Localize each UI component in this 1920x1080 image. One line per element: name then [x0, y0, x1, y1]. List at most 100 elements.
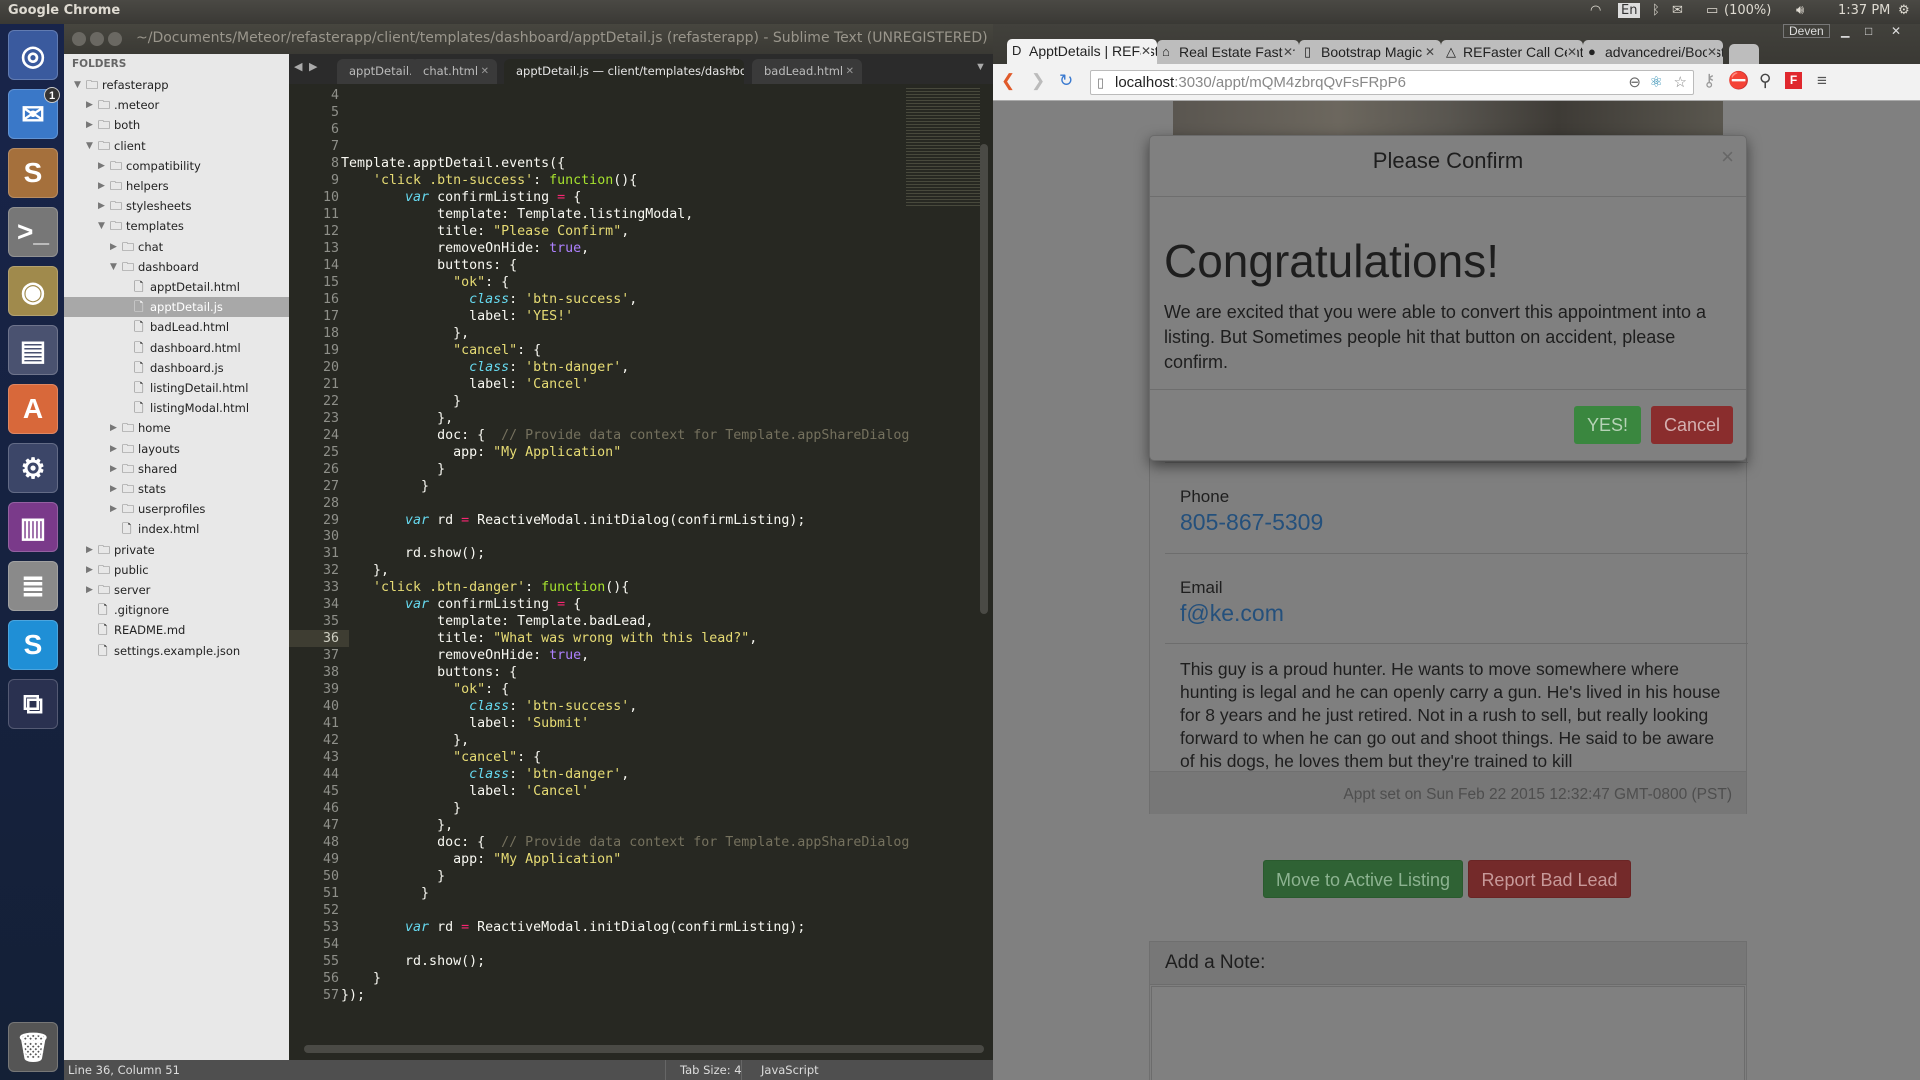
skype-icon[interactable]: S	[8, 620, 58, 670]
move-to-active-listing-button[interactable]: Move to Active Listing	[1263, 860, 1463, 898]
email-link[interactable]: f@ke.com	[1180, 600, 1284, 627]
expanded-arrow-icon[interactable]: ▼	[110, 257, 117, 277]
forward-icon[interactable]: ❯	[1031, 71, 1045, 91]
code-line[interactable]: rd.show();	[341, 545, 485, 562]
code-line[interactable]: }	[341, 478, 429, 495]
code-line[interactable]: buttons: {	[341, 664, 517, 681]
code-editor[interactable]: Template.apptDetail.events({ 'click .btn…	[341, 84, 971, 1060]
code-line[interactable]: title: "What was wrong with this lead?",	[341, 630, 757, 647]
code-line[interactable]: 'click .btn-success': function(){	[341, 172, 637, 189]
extension-icon[interactable]: ⚛	[1650, 71, 1663, 94]
sidebar-item[interactable]: 🗋 listingDetail.html	[64, 378, 289, 398]
wifi-icon[interactable]: ◠	[1590, 3, 1601, 18]
minimize-window-button[interactable]	[90, 32, 104, 46]
collapsed-arrow-icon[interactable]: ▶	[110, 459, 117, 479]
collapsed-arrow-icon[interactable]: ▶	[98, 156, 105, 176]
sidebar-item[interactable]: ▶ 🗀 home	[64, 418, 289, 438]
code-line[interactable]: title: "Please Confirm",	[341, 223, 629, 240]
code-line[interactable]: app: "My Application"	[341, 444, 621, 461]
sidebar-item[interactable]: 🗋 dashboard.html	[64, 338, 289, 358]
back-icon[interactable]: ❮	[1001, 71, 1015, 91]
collapsed-arrow-icon[interactable]: ▶	[86, 95, 93, 115]
collapsed-arrow-icon[interactable]: ▶	[98, 176, 105, 196]
zoom-icon[interactable]: ⊖	[1628, 71, 1641, 94]
close-tab-icon[interactable]: ✕	[481, 59, 489, 84]
tab-size-selector[interactable]: Tab Size: 4	[680, 1060, 742, 1080]
tab-scroll-right-icon[interactable]: ▶	[309, 60, 317, 73]
terminal-icon[interactable]: >_	[8, 207, 58, 257]
modal-close-button[interactable]: ×	[1721, 144, 1734, 170]
code-line[interactable]: }	[341, 461, 445, 478]
browser-tab[interactable]: ⌂ Real Estate Faster ✕	[1157, 40, 1299, 64]
maximize-window-button[interactable]	[108, 32, 122, 46]
code-line[interactable]: buttons: {	[341, 257, 517, 274]
keyboard-indicator[interactable]: En	[1618, 3, 1641, 18]
collapsed-arrow-icon[interactable]: ▶	[98, 196, 105, 216]
code-line[interactable]: label: 'Submit'	[341, 715, 589, 732]
collapsed-arrow-icon[interactable]: ▶	[86, 540, 93, 560]
collapsed-arrow-icon[interactable]: ▶	[110, 499, 117, 519]
close-tab-icon[interactable]: ✕	[1282, 40, 1293, 64]
expanded-arrow-icon[interactable]: ▼	[86, 136, 93, 156]
collapsed-arrow-icon[interactable]: ▶	[86, 580, 93, 600]
code-line[interactable]: Template.apptDetail.events({	[341, 155, 565, 172]
reload-icon[interactable]: ↻	[1059, 71, 1073, 91]
code-line[interactable]: },	[341, 410, 453, 427]
expanded-arrow-icon[interactable]: ▼	[98, 216, 105, 236]
sidebar-item[interactable]: ▶ 🗀 server	[64, 580, 289, 600]
bluetooth-icon[interactable]: ᛒ	[1652, 3, 1660, 18]
collapsed-arrow-icon[interactable]: ▶	[110, 237, 117, 257]
close-icon[interactable]: ✕	[1891, 24, 1901, 38]
expanded-arrow-icon[interactable]: ▼	[74, 75, 81, 95]
file-cabinet-icon[interactable]: ▤	[8, 325, 58, 375]
collapsed-arrow-icon[interactable]: ▶	[86, 560, 93, 580]
mail-icon[interactable]: ✉	[1672, 3, 1683, 18]
code-line[interactable]: "cancel": {	[341, 342, 541, 359]
sidebar-item[interactable]: ▶ 🗀 stylesheets	[64, 196, 289, 216]
minimap[interactable]	[906, 86, 980, 226]
profile-button[interactable]: Deven	[1783, 24, 1830, 38]
horizontal-scrollbar[interactable]	[304, 1045, 984, 1053]
collapsed-arrow-icon[interactable]: ▶	[86, 115, 93, 135]
modal-cancel-button[interactable]: Cancel	[1651, 406, 1733, 444]
software-center-icon[interactable]: A	[8, 384, 58, 434]
sidebar-item[interactable]: 🗋 .gitignore	[64, 600, 289, 620]
code-line[interactable]: template: Template.badLead,	[341, 613, 653, 630]
sidebar-item[interactable]: ▼ 🗀 templates	[64, 216, 289, 236]
sidebar-item[interactable]: ▶ 🗀 helpers	[64, 176, 289, 196]
collapsed-arrow-icon[interactable]: ▶	[110, 479, 117, 499]
sidebar-item[interactable]: 🗋 badLead.html	[64, 317, 289, 337]
tab-chat-html[interactable]: chat.html ✕	[411, 59, 497, 84]
sidebar-item[interactable]: 🗋 dashboard.js	[64, 358, 289, 378]
collapsed-arrow-icon[interactable]: ▶	[110, 439, 117, 459]
phone-link[interactable]: 805-867-5309	[1180, 509, 1323, 536]
sidebar-item[interactable]: 🗋 listingModal.html	[64, 398, 289, 418]
browser-tab[interactable]: ● advancedrei/Bootstrap✕	[1583, 40, 1723, 64]
code-line[interactable]: app: "My Application"	[341, 851, 621, 868]
syntax-selector[interactable]: JavaScript	[761, 1060, 819, 1080]
thunderbird-icon[interactable]: ✉ 1	[8, 87, 60, 139]
code-line[interactable]: class: 'btn-success',	[341, 698, 637, 715]
clock[interactable]: 1:37 PM	[1838, 3, 1890, 18]
flipboard-icon[interactable]: F	[1785, 72, 1802, 89]
chrome-menu-icon[interactable]: ≡	[1817, 71, 1827, 91]
code-line[interactable]: "ok": {	[341, 681, 509, 698]
sidebar-item[interactable]: 🗋 index.html	[64, 519, 289, 539]
minimize-icon[interactable]: ▁	[1841, 25, 1849, 38]
code-line[interactable]: }	[341, 393, 461, 410]
code-line[interactable]: label: 'YES!'	[341, 308, 573, 325]
code-line[interactable]: class: 'btn-success',	[341, 291, 637, 308]
code-line[interactable]: removeOnHide: true,	[341, 240, 589, 257]
sidebar-item[interactable]: ▼ 🗀 refasterapp	[64, 75, 289, 95]
sidebar-item[interactable]: 🗋 README.md	[64, 620, 289, 640]
collapsed-arrow-icon[interactable]: ▶	[110, 418, 117, 438]
code-line[interactable]: class: 'btn-danger',	[341, 359, 629, 376]
code-line[interactable]: },	[341, 325, 469, 342]
extension-pin-icon[interactable]: ⚲	[1759, 71, 1771, 91]
code-line[interactable]: doc: { // Provide data context for Templ…	[341, 834, 909, 851]
code-line[interactable]: "ok": {	[341, 274, 509, 291]
code-line[interactable]: },	[341, 562, 389, 579]
sidebar-item[interactable]: ▶ 🗀 chat	[64, 237, 289, 257]
code-line[interactable]: }	[341, 868, 445, 885]
close-tab-icon[interactable]: ✕	[1140, 39, 1151, 63]
